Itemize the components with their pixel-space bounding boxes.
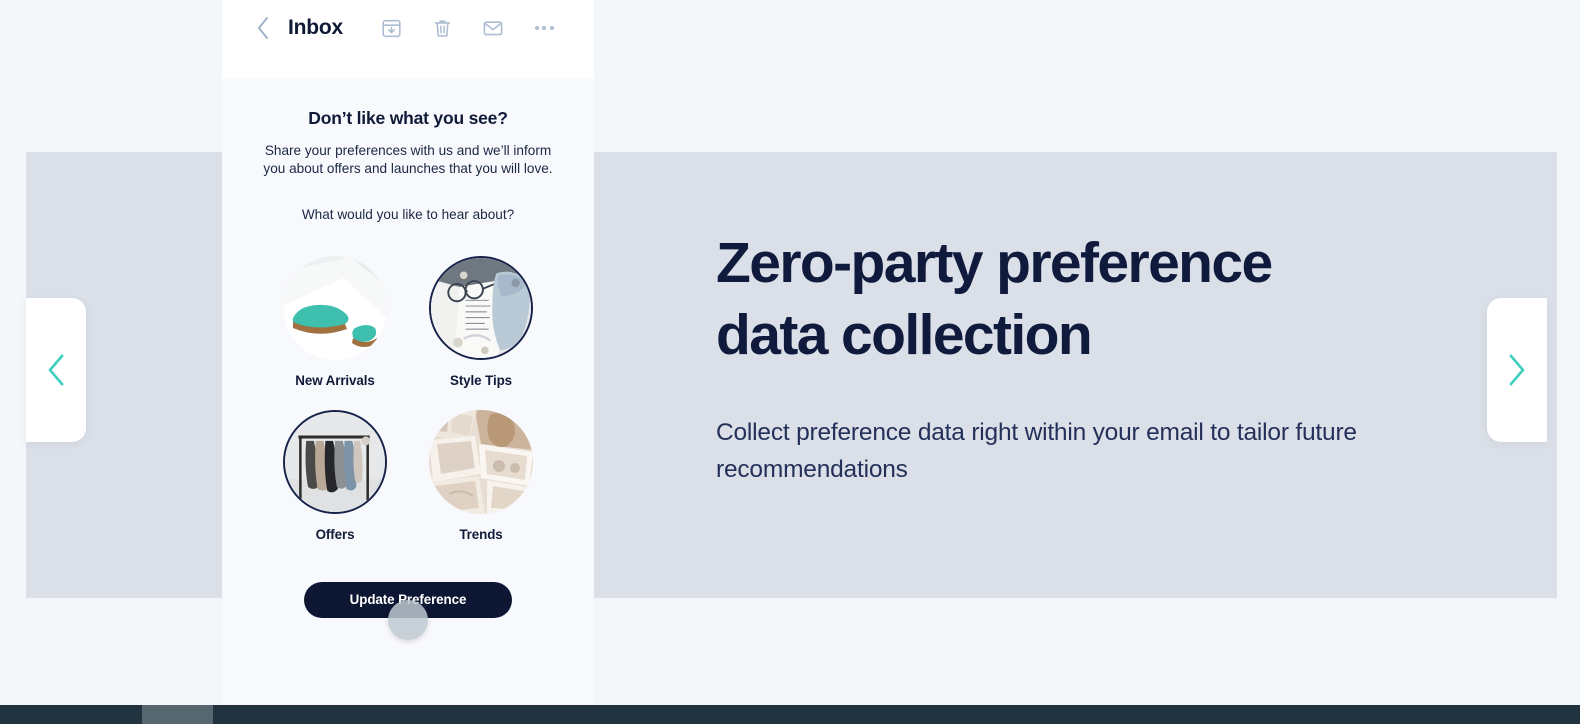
preference-thumbnail[interactable] — [283, 409, 387, 514]
preference-thumbnail[interactable] — [429, 409, 533, 514]
hero-subtitle: Collect preference data right within you… — [716, 418, 1357, 484]
promo-title: Don’t like what you see? — [308, 108, 508, 128]
scrollbar-thumb[interactable] — [142, 705, 213, 724]
screen-root: Zero-party preference data collection Co… — [0, 0, 1580, 724]
preference-label: Trends — [459, 526, 503, 542]
preference-option-new-arrivals[interactable]: New Arrivals — [280, 255, 390, 388]
email-action-icons — [379, 16, 556, 40]
preference-label: Style Tips — [449, 372, 512, 388]
carousel-prev-button[interactable] — [26, 298, 86, 442]
bottom-scrollbar[interactable] — [0, 705, 1580, 724]
more-options-icon[interactable] — [532, 16, 556, 40]
promo-subtitle: Share your preferences with us and we’ll… — [263, 143, 553, 177]
preference-thumbnail[interactable] — [429, 255, 533, 360]
email-preview-panel: Inbox Don’t like what you see? Share you… — [222, 0, 594, 709]
chevron-right-icon — [1506, 353, 1528, 387]
dot — [542, 26, 546, 30]
email-toolbar: Inbox — [222, 0, 594, 78]
mailbox-title: Inbox — [288, 16, 343, 39]
preference-label: Offers — [315, 526, 355, 542]
preference-option-trends[interactable]: Trends — [426, 409, 536, 542]
promo-question: What would you like to hear about? — [301, 206, 515, 222]
preference-option-style-tips[interactable]: Style Tips — [426, 255, 536, 388]
dot — [549, 26, 554, 30]
glasses-and-handbag-photo — [431, 257, 531, 358]
hero-copy: Zero-party preference data collection Co… — [716, 228, 1506, 489]
update-preference-button[interactable]: Update Preference — [304, 581, 512, 618]
preference-label: New Arrivals — [295, 372, 375, 388]
preference-thumbnail[interactable] — [283, 255, 387, 360]
preference-choice-grid: New Arrivals Style Tips Offers Trends — [280, 255, 536, 542]
more-options-dots — [534, 26, 554, 30]
chevron-left-icon — [45, 353, 67, 387]
email-message-body: Don’t like what you see? Share your pref… — [222, 78, 594, 640]
archive-icon[interactable] — [379, 16, 403, 40]
hero-title: Zero-party preference data collection — [716, 228, 1506, 372]
teal-shoes-photo — [283, 255, 387, 360]
fashion-collage-photo — [429, 409, 533, 514]
clothing-rack-photo — [285, 411, 385, 512]
dot — [534, 26, 539, 30]
envelope-icon[interactable] — [481, 16, 505, 40]
preference-option-offers[interactable]: Offers — [280, 409, 390, 542]
back-chevron-icon[interactable] — [250, 15, 276, 41]
hero-title-line-1: Zero-party preference — [716, 231, 1273, 295]
hero-title-line-2: data collection — [716, 302, 1093, 367]
cta-area: Update Preference — [246, 581, 570, 640]
trash-icon[interactable] — [430, 16, 454, 40]
carousel-next-button[interactable] — [1487, 298, 1547, 442]
